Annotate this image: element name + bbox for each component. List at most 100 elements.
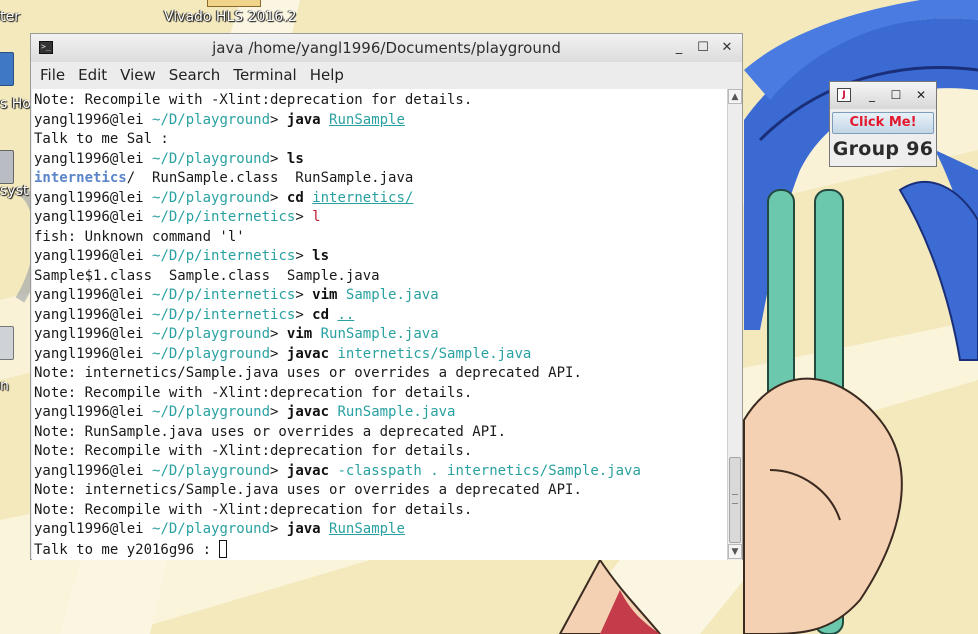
command: vim	[312, 287, 338, 303]
prompt-user: yangl1996@lei	[34, 111, 144, 128]
prompt-user: yangl1996@lei	[34, 306, 144, 323]
command: cd	[286, 189, 304, 206]
output-text: Sample$1.class Sample.class Sample.java	[34, 267, 380, 284]
output-text: Note: internetics/Sample.java uses or ov…	[34, 365, 582, 381]
terminal-line: yangl1996@lei ~/D/playground> cd interne…	[34, 189, 414, 206]
prompt-user: yangl1996@lei	[34, 326, 144, 342]
close-button[interactable]: ✕	[717, 38, 737, 58]
file-list: / RunSample.class RunSample.java	[126, 170, 414, 186]
terminal-line: Note: Recompile with -Xlint:deprecation …	[34, 91, 641, 111]
desktop-icon-label-terminal[interactable]: ter	[0, 9, 20, 25]
maximize-button[interactable]: ☐	[693, 38, 713, 58]
command-argument: RunSample.java	[337, 404, 456, 420]
menu-file[interactable]: File	[40, 66, 65, 84]
terminal-line: yangl1996@lei ~/D/playground> javac inte…	[34, 345, 532, 362]
java-icon: J	[837, 88, 851, 102]
command: ls	[286, 150, 304, 167]
command-argument[interactable]: ..	[337, 307, 354, 323]
prompt-path: ~/D/p/internetics	[152, 248, 296, 264]
text-cursor	[219, 539, 228, 558]
terminal-line: Note: RunSample.java uses or overrides a…	[34, 423, 641, 443]
terminal-line: Note: Recompile with -Xlint:deprecation …	[34, 442, 641, 462]
prompt-path: ~/D/playground	[152, 345, 271, 362]
menu-bar: File Edit View Search Terminal Help	[31, 62, 742, 88]
terminal-line: yangl1996@lei ~/D/playground> javac -cla…	[34, 462, 641, 479]
terminal-line: Sample$1.class Sample.class Sample.java	[34, 267, 641, 287]
command: javac	[286, 404, 330, 420]
terminal-output[interactable]: Note: Recompile with -Xlint:deprecation …	[32, 89, 727, 560]
terminal-line: Talk to me Sal :	[34, 130, 641, 150]
terminal-line: yangl1996@lei ~/D/p/internetics> vim Sam…	[34, 287, 439, 303]
prompt-path: ~/D/playground	[152, 521, 271, 537]
output-text: Talk to me y2016g96 :	[34, 541, 220, 558]
command-argument[interactable]: RunSample	[329, 521, 405, 537]
terminal-line: Note: internetics/Sample.java uses or ov…	[34, 364, 641, 384]
terminal-line: Note: Recompile with -Xlint:deprecation …	[34, 384, 641, 404]
minimize-button[interactable]: _	[669, 38, 689, 58]
command: javac	[286, 462, 330, 479]
vertical-scrollbar[interactable]: ▲ ▼	[727, 89, 742, 560]
output-text: Note: internetics/Sample.java uses or ov…	[34, 482, 582, 498]
desktop-icon-label-vivado[interactable]: Vivado HLS 2016.2	[164, 9, 297, 25]
scroll-down-arrow-icon[interactable]: ▼	[728, 544, 742, 559]
java-app-titlebar[interactable]: J _ ☐ ✕	[830, 82, 936, 109]
prompt-user: yangl1996@lei	[34, 287, 144, 303]
desktop-icon-vivado[interactable]	[207, 0, 261, 7]
terminal-line: fish: Unknown command 'l'	[34, 228, 641, 248]
prompt-path: ~/D/p/internetics	[152, 287, 296, 303]
prompt-path: ~/D/playground	[152, 326, 271, 342]
desktop-icon-label-trash[interactable]: n	[0, 378, 9, 394]
command: cd	[312, 306, 330, 323]
java-minimize-button[interactable]: _	[864, 87, 880, 103]
terminal-line: Talk to me y2016g96 :	[34, 539, 641, 560]
terminal-line: yangl1996@lei ~/D/p/internetics> ls	[34, 248, 330, 264]
prompt-path: ~/D/playground	[152, 462, 271, 479]
menu-help[interactable]: Help	[310, 66, 344, 84]
output-text: Note: RunSample.java uses or overrides a…	[34, 423, 507, 440]
terminal-line: yangl1996@lei ~/D/playground> vim RunSam…	[34, 326, 439, 342]
home-folder-icon[interactable]	[0, 52, 14, 86]
terminal-window[interactable]: >_ java /home/yangl1996/Documents/playgr…	[30, 33, 743, 560]
scrollbar-grip-icon	[732, 494, 738, 504]
menu-edit[interactable]: Edit	[78, 66, 107, 84]
trash-icon[interactable]	[0, 326, 14, 360]
prompt-path: ~/D/p/internetics	[152, 306, 296, 323]
directory-entry: internetics	[34, 170, 127, 186]
prompt-path: ~/D/playground	[152, 189, 271, 206]
click-me-button[interactable]: Click Me!	[832, 112, 934, 134]
terminal-line: yangl1996@lei ~/D/playground> ls	[34, 150, 304, 167]
prompt-user: yangl1996@lei	[34, 248, 144, 264]
desktop-icon-label-home[interactable]: s Ho	[0, 96, 31, 112]
invalid-command: l	[312, 209, 321, 225]
command: java	[286, 111, 321, 128]
prompt-path: ~/D/p/internetics	[152, 209, 296, 225]
scrollbar-thumb[interactable]	[729, 457, 741, 543]
prompt-path: ~/D/playground	[152, 404, 271, 420]
terminal-titlebar[interactable]: >_ java /home/yangl1996/Documents/playgr…	[31, 34, 742, 62]
scroll-up-arrow-icon[interactable]: ▲	[728, 89, 742, 104]
output-text: Note: Recompile with -Xlint:deprecation …	[34, 501, 473, 518]
group-label: Group 96	[832, 138, 934, 160]
output-text: Note: Recompile with -Xlint:deprecation …	[34, 92, 473, 108]
command: ls	[312, 248, 330, 264]
menu-view[interactable]: View	[120, 66, 156, 84]
command-argument[interactable]: internetics/	[312, 190, 413, 206]
command-argument[interactable]: RunSample	[329, 112, 405, 128]
menu-search[interactable]: Search	[169, 66, 221, 84]
prompt-path: ~/D/playground	[152, 111, 271, 128]
menu-terminal[interactable]: Terminal	[233, 66, 296, 84]
output-text: Talk to me Sal :	[34, 131, 169, 147]
java-app-window[interactable]: J _ ☐ ✕ Click Me! Group 96	[829, 81, 937, 167]
terminal-text: Note: Recompile with -Xlint:deprecation …	[34, 91, 641, 559]
terminal-line: yangl1996@lei ~/D/playground> javac RunS…	[34, 404, 456, 420]
output-text: fish: Unknown command 'l'	[34, 228, 245, 245]
terminal-line: yangl1996@lei ~/D/p/internetics> cd ..	[34, 306, 355, 323]
command: vim	[286, 326, 313, 342]
filesystem-icon[interactable]	[0, 150, 14, 184]
java-close-button[interactable]: ✕	[913, 87, 929, 103]
desktop-icon-label-filesystem[interactable]: syst	[0, 183, 28, 199]
prompt-user: yangl1996@lei	[34, 189, 144, 206]
java-maximize-button[interactable]: ☐	[888, 87, 904, 103]
prompt-user: yangl1996@lei	[34, 404, 144, 420]
command-argument: internetics/Sample.java	[337, 345, 532, 362]
